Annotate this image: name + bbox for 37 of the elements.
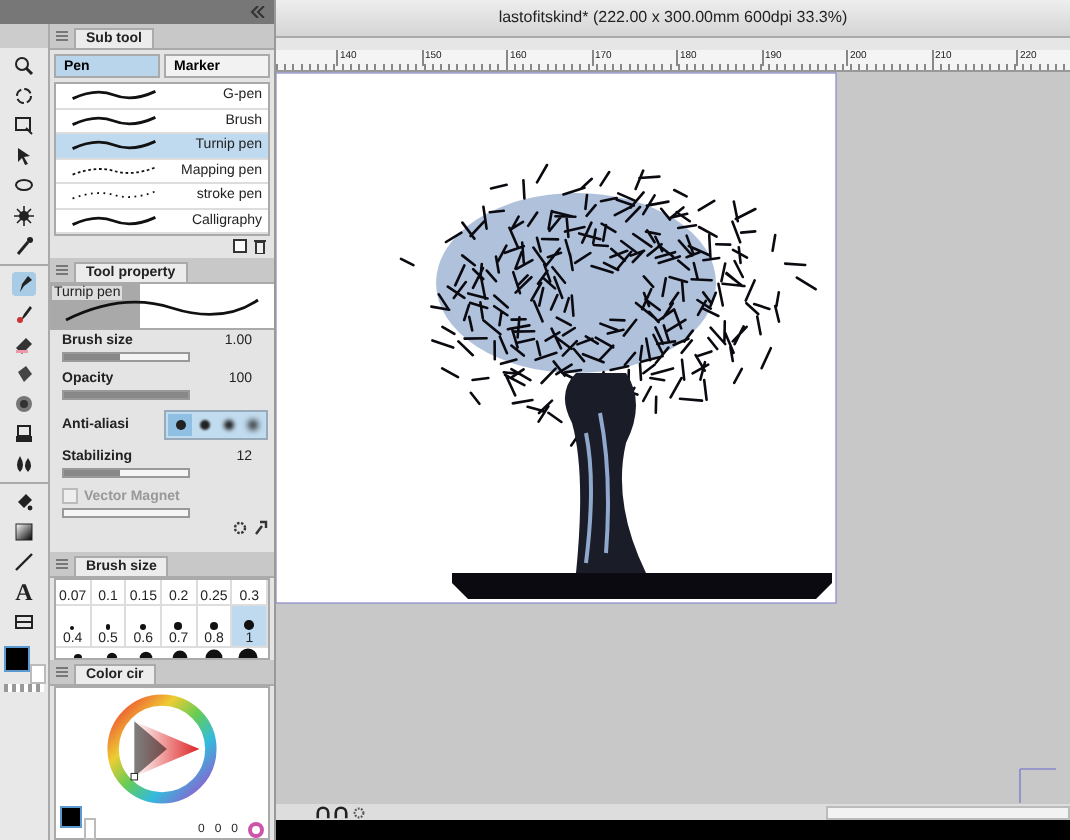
settings-icon[interactable] xyxy=(232,520,248,536)
sub-color-swatch[interactable] xyxy=(84,818,96,840)
brush-icon[interactable] xyxy=(12,302,36,326)
page-corner-guide xyxy=(1019,768,1057,804)
panel-menu-icon[interactable] xyxy=(56,558,68,570)
horizontal-scrollbar[interactable] xyxy=(276,804,1070,820)
pen-icon[interactable] xyxy=(12,272,36,296)
transparent-swatch[interactable] xyxy=(4,684,44,692)
slider-track xyxy=(62,508,190,518)
sub-color-swatch[interactable] xyxy=(30,664,46,684)
main-color-swatch[interactable] xyxy=(4,646,30,672)
panel-menu-icon[interactable] xyxy=(56,666,68,678)
line-icon[interactable] xyxy=(12,550,36,574)
slider-track[interactable] xyxy=(62,352,190,362)
blur-icon[interactable] xyxy=(12,392,36,416)
scroll-thumb[interactable] xyxy=(826,805,1070,819)
rotate-icon[interactable] xyxy=(12,84,36,108)
main-color-swatch[interactable] xyxy=(60,806,82,828)
trash-icon[interactable] xyxy=(252,238,268,254)
gear-icon[interactable] xyxy=(352,805,366,819)
collapse-icon[interactable] xyxy=(250,6,266,18)
drops-icon[interactable] xyxy=(12,452,36,476)
slider-track[interactable] xyxy=(62,468,190,478)
eraser-icon[interactable] xyxy=(12,332,36,356)
panel-menu-icon[interactable] xyxy=(56,30,68,42)
frame-icon[interactable] xyxy=(12,610,36,634)
marquee-icon[interactable] xyxy=(12,114,36,138)
gradient-icon[interactable] xyxy=(12,520,36,544)
window-title: lastofitskind* (222.00 x 300.00mm 600dpi 33.3%) xyxy=(276,0,1070,38)
antialias-option[interactable] xyxy=(168,414,192,436)
eyedropper-icon[interactable] xyxy=(12,234,36,258)
color-wheel-icon[interactable] xyxy=(248,822,264,838)
panel-menu-icon[interactable] xyxy=(56,264,68,276)
sparkle-icon[interactable] xyxy=(12,204,36,228)
magnifier-icon[interactable] xyxy=(12,54,36,78)
page-icon[interactable] xyxy=(232,238,248,254)
text-tool[interactable]: A xyxy=(13,580,35,604)
